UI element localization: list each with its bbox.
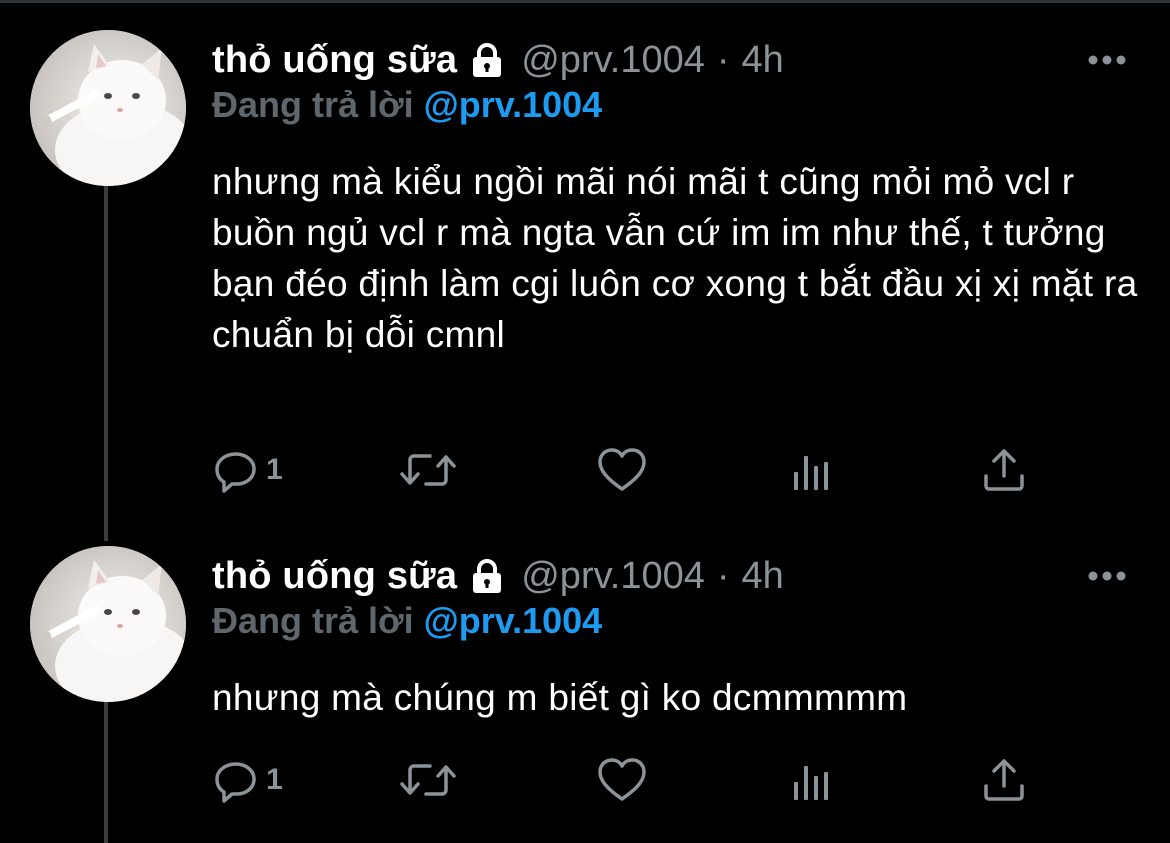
display-name[interactable]: thỏ uống sữa xyxy=(212,555,457,598)
display-name[interactable]: thỏ uống sữa xyxy=(212,39,457,82)
action-bar: 1 xyxy=(212,442,1112,498)
tweet-text: nhưng mà chúng m biết gì ko dcmmmmm xyxy=(212,677,908,718)
retweet-button[interactable] xyxy=(398,752,458,808)
share-icon xyxy=(984,449,1024,491)
views-icon xyxy=(794,766,828,800)
reply-to-handle[interactable]: @prv.1004 xyxy=(424,84,603,125)
reply-prefix: Đang trả lời xyxy=(212,600,414,641)
timestamp[interactable]: 4h xyxy=(742,39,784,82)
reply-button[interactable]: 1 xyxy=(212,752,283,808)
replying-to: Đang trả lời @prv.1004 xyxy=(212,600,602,642)
reply-button[interactable]: 1 xyxy=(212,442,283,498)
avatar-cat-image xyxy=(30,30,186,186)
top-divider xyxy=(0,0,1170,3)
user-handle[interactable]: @prv.1004 xyxy=(521,555,705,598)
retweet-button[interactable] xyxy=(398,442,458,498)
replying-to: Đang trả lời @prv.1004 xyxy=(212,84,602,126)
reply-prefix: Đang trả lời xyxy=(212,84,414,125)
views-icon xyxy=(794,456,828,490)
views-button[interactable] xyxy=(790,442,834,498)
lock-icon xyxy=(473,43,502,77)
like-icon xyxy=(598,758,646,801)
reply-icon xyxy=(215,452,256,493)
share-button[interactable] xyxy=(980,752,1028,808)
separator-dot: · xyxy=(716,554,730,597)
more-icon[interactable] xyxy=(1087,566,1127,586)
reply-count: 1 xyxy=(266,763,283,796)
timestamp[interactable]: 4h xyxy=(742,555,784,598)
lock-icon xyxy=(473,559,502,593)
tweet[interactable]: thỏ uống sữa @prv.1004 · 4h Đang trả lời… xyxy=(0,546,1170,836)
action-bar: 1 xyxy=(212,752,1112,808)
more-icon[interactable] xyxy=(1087,50,1127,70)
tweet-text: nhưng mà kiểu ngồi mãi nói mãi t cũng mỏ… xyxy=(212,161,1138,355)
avatar[interactable] xyxy=(30,546,186,702)
avatar-cat-image xyxy=(30,546,186,702)
retweet-icon xyxy=(400,764,456,796)
reply-to-handle[interactable]: @prv.1004 xyxy=(424,600,603,641)
like-button[interactable] xyxy=(596,752,648,808)
avatar[interactable] xyxy=(30,30,186,186)
share-icon xyxy=(984,759,1024,801)
reply-count: 1 xyxy=(266,453,283,486)
tweet[interactable]: thỏ uống sữa @prv.1004 · 4h Đang trả lời… xyxy=(0,30,1170,500)
tweet-header: thỏ uống sữa @prv.1004 · 4h xyxy=(212,546,784,606)
views-button[interactable] xyxy=(790,752,834,808)
like-button[interactable] xyxy=(596,442,648,498)
retweet-icon xyxy=(400,454,456,486)
like-icon xyxy=(598,448,646,491)
tweet-header: thỏ uống sữa @prv.1004 · 4h xyxy=(212,30,784,90)
share-button[interactable] xyxy=(980,442,1028,498)
separator-dot: · xyxy=(716,38,730,81)
reply-icon xyxy=(215,762,256,803)
user-handle[interactable]: @prv.1004 xyxy=(521,39,705,82)
